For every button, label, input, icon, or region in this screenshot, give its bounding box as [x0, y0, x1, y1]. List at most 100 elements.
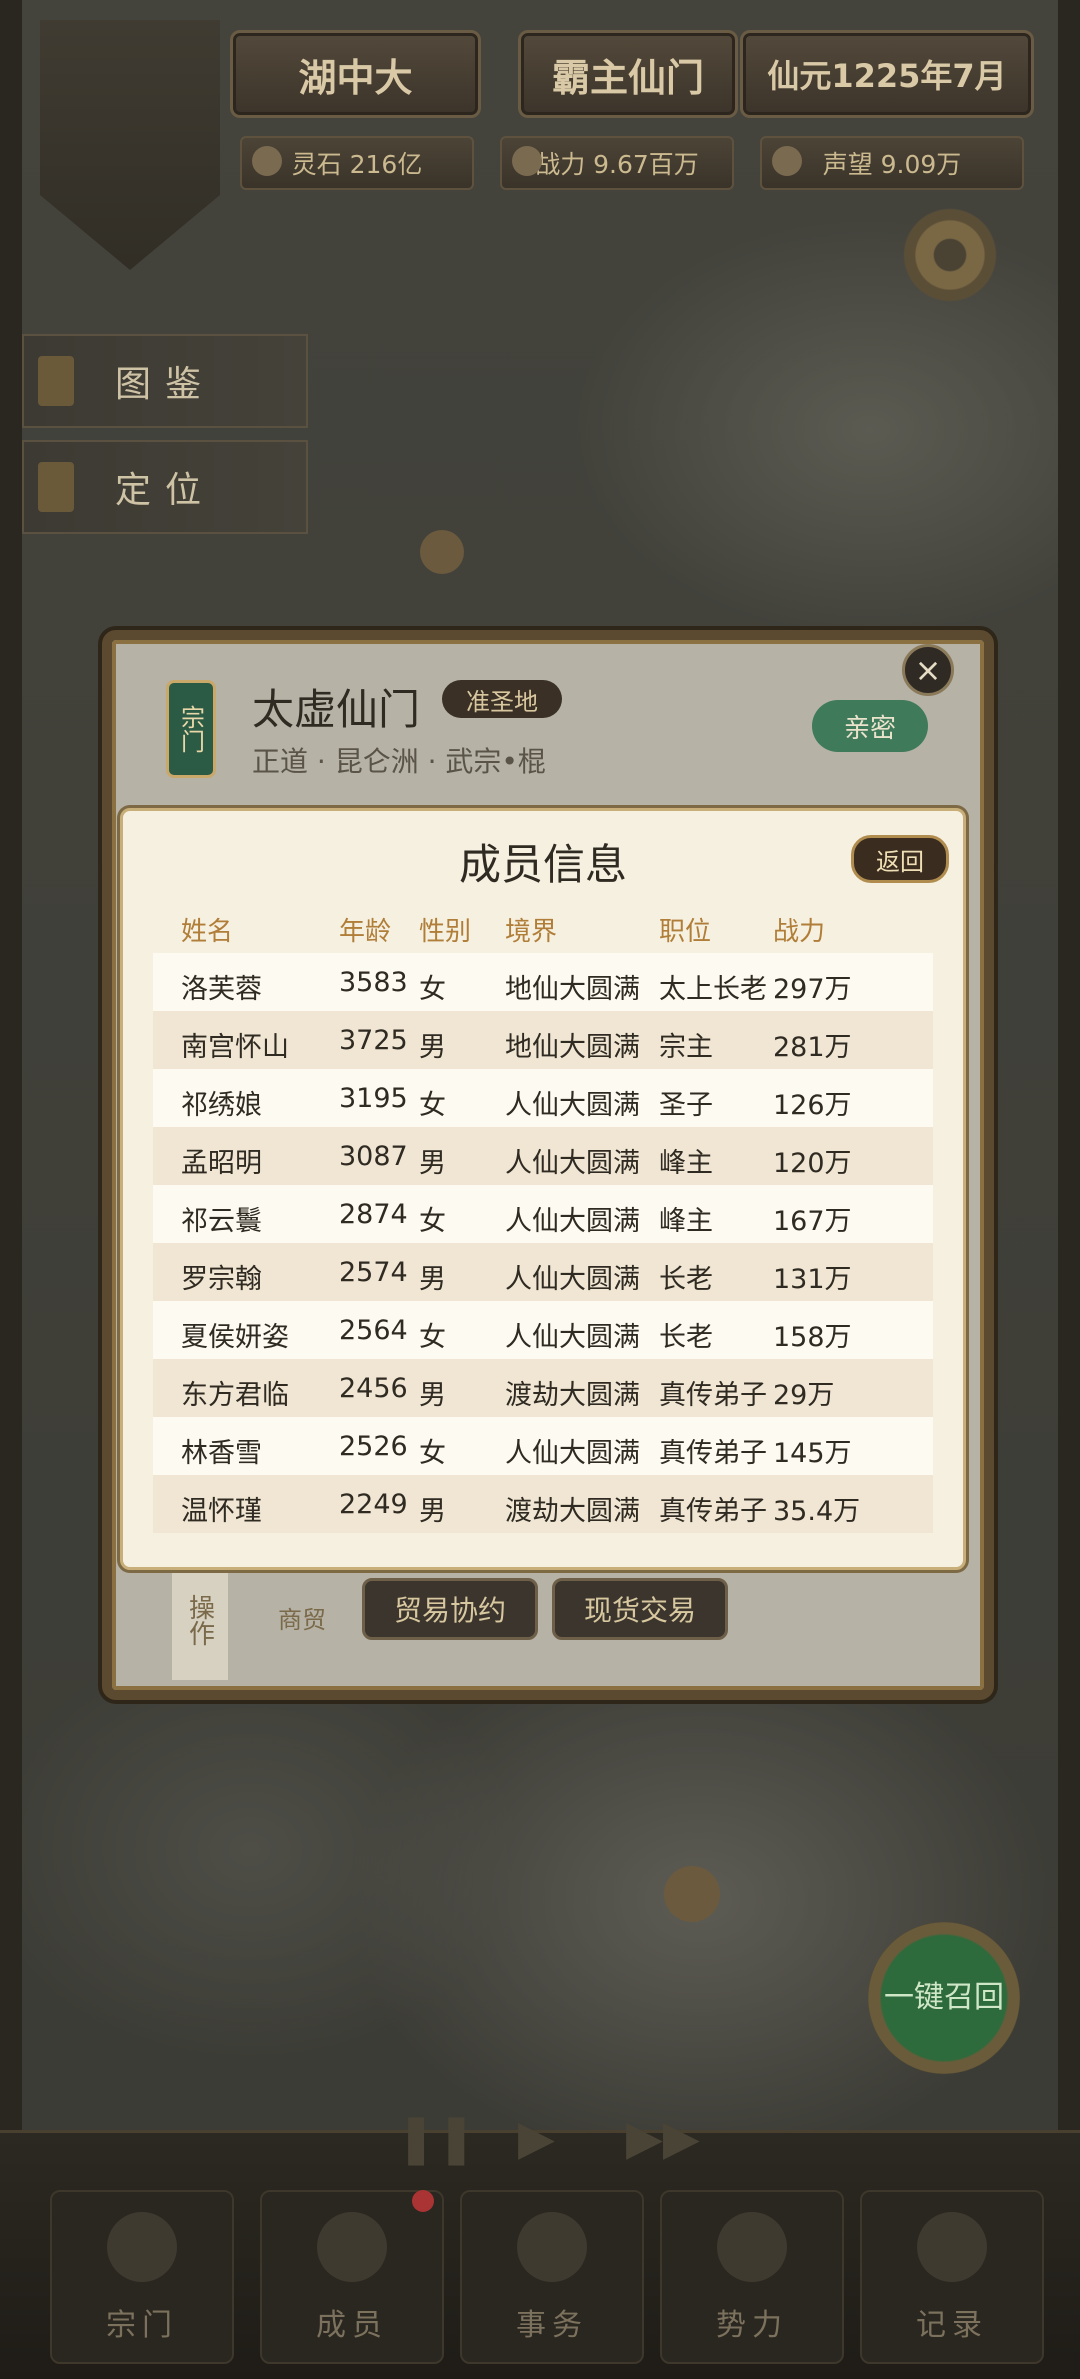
member-realm: 人仙大圆满 [505, 1264, 640, 1295]
member-power: 126万 [773, 1090, 852, 1121]
member-gender: 男 [419, 1496, 446, 1527]
table-row[interactable]: 罗宗翰 2574 男 人仙大圆满 长老 131万 [153, 1243, 933, 1301]
member-realm: 人仙大圆满 [505, 1148, 640, 1179]
column-header: 年龄 [339, 917, 392, 947]
spirit-stone-label: 灵石 216亿 [291, 150, 423, 179]
trade-label: 商贸 [278, 1606, 326, 1634]
member-age: 2526 [339, 1431, 408, 1462]
member-gender: 女 [419, 1438, 446, 1469]
table-row[interactable]: 祁云鬟 2874 女 人仙大圆满 峰主 167万 [153, 1185, 933, 1243]
nav-members[interactable]: 成员 [260, 2190, 444, 2364]
nav-label: 成员 [316, 2308, 388, 2343]
notification-dot [412, 2190, 434, 2212]
fast-forward-icon[interactable]: ▶▶ [626, 2110, 700, 2170]
column-header: 姓名 [181, 917, 234, 947]
table-row[interactable]: 夏侯妍姿 2564 女 人仙大圆满 长老 158万 [153, 1301, 933, 1359]
member-power: 131万 [773, 1264, 852, 1295]
member-age: 3583 [339, 967, 408, 998]
back-button[interactable]: 返回 [851, 835, 949, 883]
member-power: 158万 [773, 1322, 852, 1353]
spot-trade-button[interactable]: 现货交易 [552, 1578, 728, 1640]
nav-affairs[interactable]: 事务 [460, 2190, 644, 2364]
member-age: 2249 [339, 1489, 408, 1520]
locate-label: 定位 [114, 470, 215, 511]
pause-icon[interactable]: ❚❚ [396, 2110, 476, 2170]
trade-agreement-button[interactable]: 贸易协约 [362, 1578, 538, 1640]
left-frame [0, 0, 22, 2376]
table-row[interactable]: 祁绣娘 3195 女 人仙大圆满 圣子 126万 [153, 1069, 933, 1127]
member-name: 孟昭明 [181, 1148, 262, 1179]
table-row[interactable]: 温怀瑾 2249 男 渡劫大圆满 真传弟子 35.4万 [153, 1475, 933, 1533]
sect-tag: 宗门 [166, 680, 216, 778]
member-name: 祁云鬟 [181, 1206, 262, 1237]
member-gender: 男 [419, 1148, 446, 1179]
record-icon [917, 2212, 987, 2282]
table-row[interactable]: 洛芙蓉 3583 女 地仙大圆满 太上长老 297万 [153, 953, 933, 1011]
column-header: 职位 [659, 917, 712, 947]
sect-subtitle: 正道 · 昆仑洲 · 武宗•棍 [252, 745, 546, 778]
member-power: 167万 [773, 1206, 852, 1237]
table-row[interactable]: 孟昭明 3087 男 人仙大圆满 峰主 120万 [153, 1127, 933, 1185]
member-age: 3087 [339, 1141, 408, 1172]
member-age: 2456 [339, 1373, 408, 1404]
nav-records[interactable]: 记录 [860, 2190, 1044, 2364]
members-dialog: 成员信息 返回 姓名 年龄 性别 境界 职位 战力 洛芙蓉 3583 女 地仙大… [120, 808, 966, 1570]
affairs-icon [517, 2212, 587, 2282]
power-display: 战力 9.67百万 [500, 136, 734, 190]
member-gender: 男 [419, 1032, 446, 1063]
prestige-label: 声望 9.09万 [822, 150, 962, 179]
member-power: 35.4万 [773, 1496, 861, 1527]
right-frame [1058, 0, 1080, 2376]
member-power: 29万 [773, 1380, 835, 1411]
member-realm: 人仙大圆满 [505, 1438, 640, 1469]
member-position: 真传弟子 [659, 1496, 767, 1527]
recall-all-button[interactable]: 一键召回 [868, 1922, 1020, 2074]
member-realm: 人仙大圆满 [505, 1322, 640, 1353]
nav-label: 势力 [716, 2308, 788, 2343]
faction-icon [717, 2212, 787, 2282]
map-marker-icon[interactable] [664, 1866, 720, 1922]
member-gender: 女 [419, 1090, 446, 1121]
member-name: 林香雪 [181, 1438, 262, 1469]
table-row[interactable]: 东方君临 2456 男 渡劫大圆满 真传弟子 29万 [153, 1359, 933, 1417]
member-position: 真传弟子 [659, 1438, 767, 1469]
member-power: 145万 [773, 1438, 852, 1469]
table-row[interactable]: 林香雪 2526 女 人仙大圆满 真传弟子 145万 [153, 1417, 933, 1475]
nav-label: 记录 [916, 2308, 988, 2343]
nav-label: 事务 [516, 2308, 588, 2343]
atlas-label: 图鉴 [114, 364, 215, 405]
member-position: 真传弟子 [659, 1380, 767, 1411]
relation-badge: 亲密 [812, 700, 928, 752]
prestige-icon [772, 146, 802, 176]
spirit-stone-icon [252, 146, 282, 176]
member-position: 太上长老 [659, 974, 767, 1005]
map-marker-icon[interactable] [420, 530, 464, 574]
members-list[interactable]: 洛芙蓉 3583 女 地仙大圆满 太上长老 297万 南宫怀山 3725 男 地… [153, 953, 933, 1539]
locate-button[interactable]: 定位 [22, 440, 308, 534]
member-gender: 女 [419, 1206, 446, 1237]
nav-label: 宗门 [106, 2308, 178, 2343]
close-button[interactable]: × [902, 644, 954, 696]
sect-name: 太虚仙门 [252, 685, 421, 734]
member-gender: 女 [419, 974, 446, 1005]
nav-factions[interactable]: 势力 [660, 2190, 844, 2364]
member-name: 夏侯妍姿 [181, 1322, 289, 1353]
nav-sect[interactable]: 宗门 [50, 2190, 234, 2364]
member-position: 峰主 [659, 1148, 713, 1179]
member-realm: 渡劫大圆满 [505, 1380, 640, 1411]
atlas-button[interactable]: 图鉴 [22, 334, 308, 428]
column-header: 境界 [505, 917, 558, 947]
table-row[interactable]: 南宫怀山 3725 男 地仙大圆满 宗主 281万 [153, 1011, 933, 1069]
member-power: 281万 [773, 1032, 852, 1063]
member-realm: 人仙大圆满 [505, 1090, 640, 1121]
play-icon[interactable]: ▶ [518, 2110, 555, 2170]
settings-gear-icon[interactable] [900, 205, 1000, 305]
member-age: 3195 [339, 1083, 408, 1114]
member-age: 2564 [339, 1315, 408, 1346]
operations-tab[interactable]: 操作 [172, 1560, 228, 1680]
member-realm: 地仙大圆满 [505, 974, 640, 1005]
member-power: 297万 [773, 974, 852, 1005]
sect-icon [107, 2212, 177, 2282]
member-position: 宗主 [659, 1032, 713, 1063]
atlas-icon [38, 356, 74, 406]
